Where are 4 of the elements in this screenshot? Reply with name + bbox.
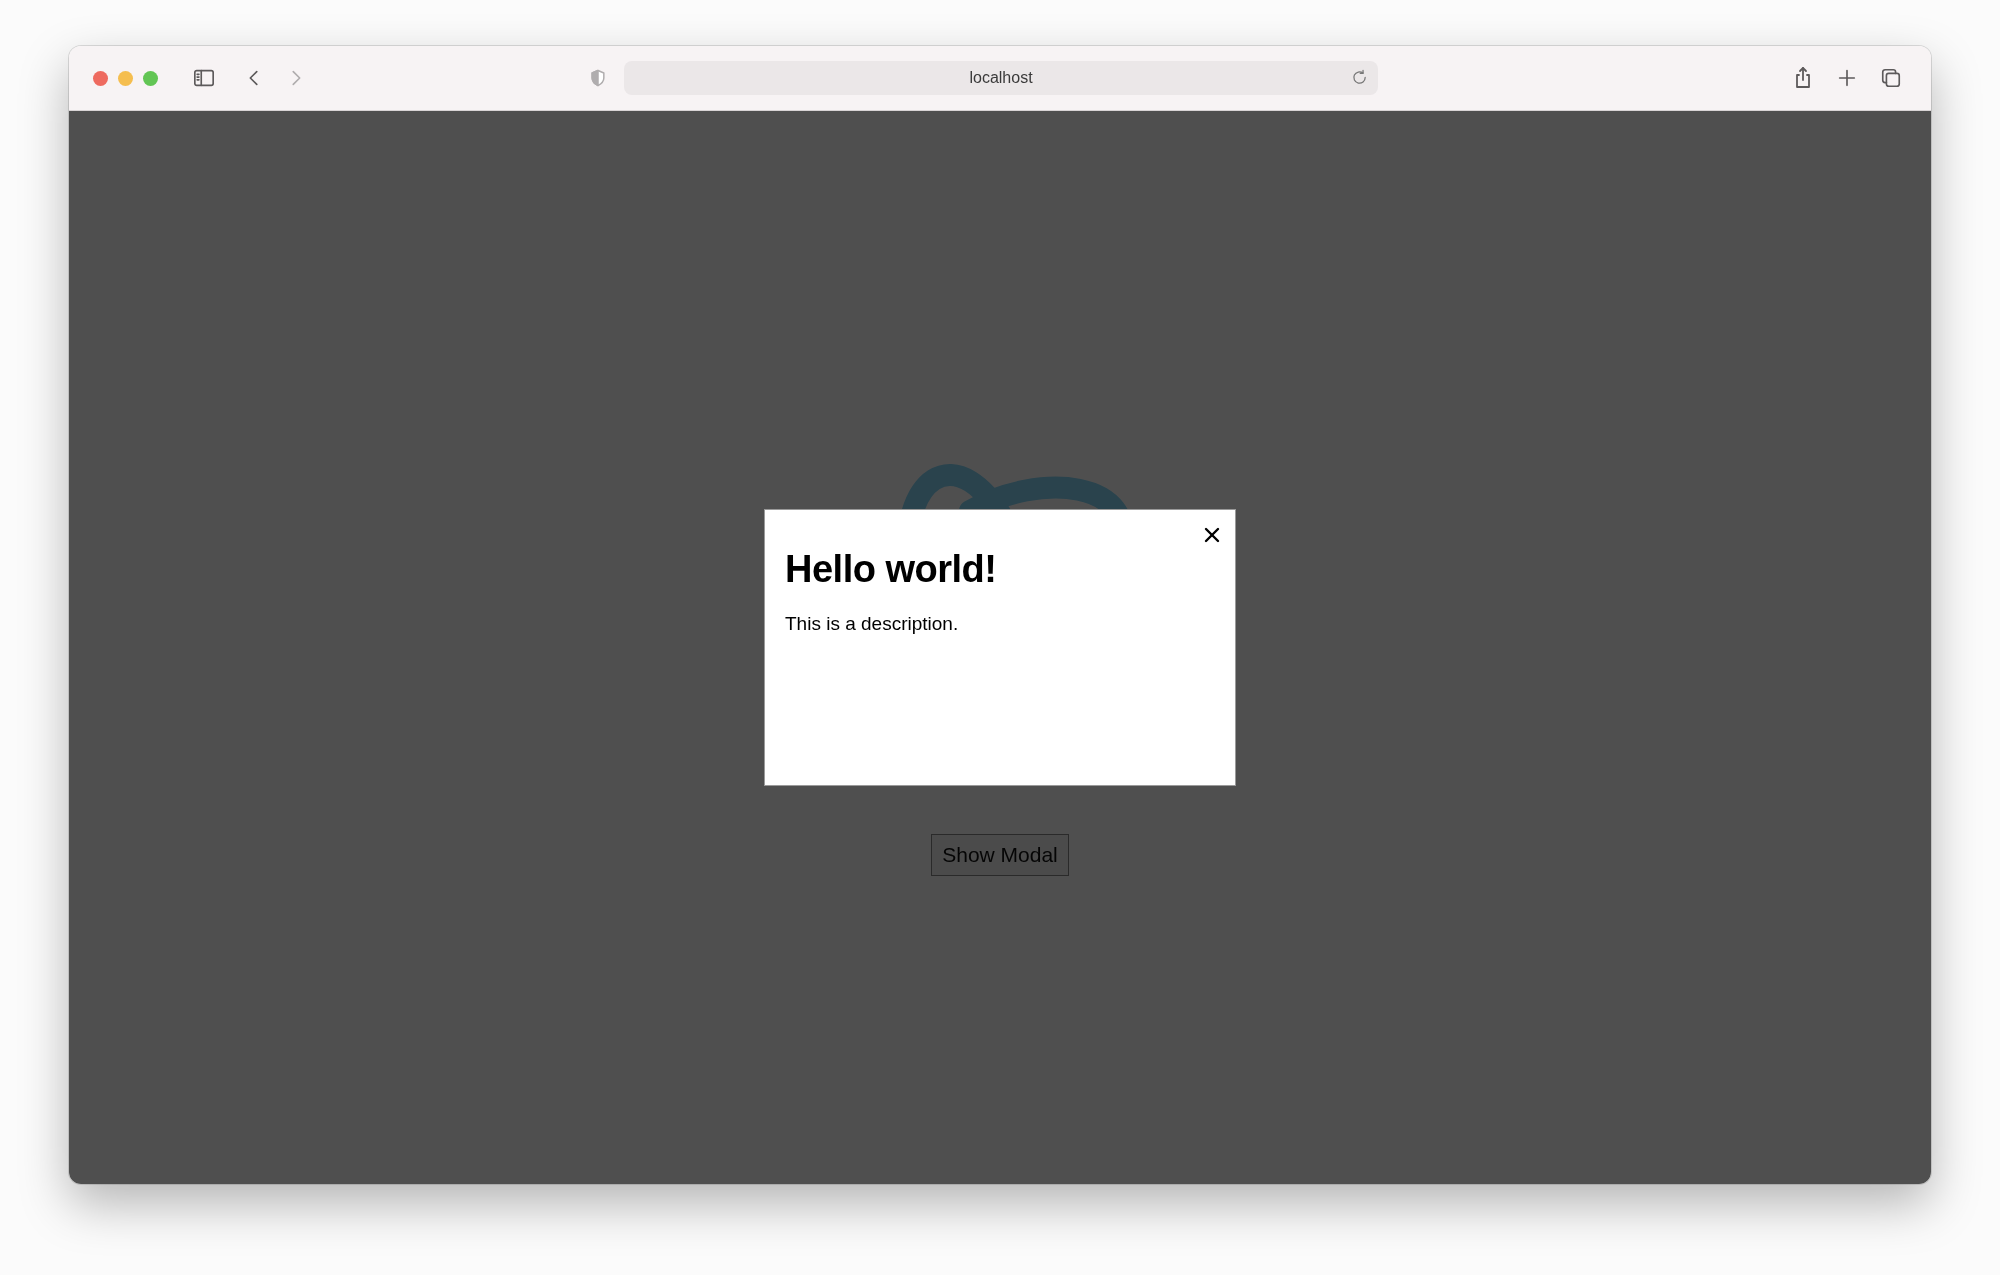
modal-title: Hello world! — [785, 548, 997, 591]
modal-description: This is a description. — [785, 613, 959, 635]
address-bar[interactable]: localhost — [624, 61, 1378, 95]
url-text: localhost — [969, 69, 1033, 87]
